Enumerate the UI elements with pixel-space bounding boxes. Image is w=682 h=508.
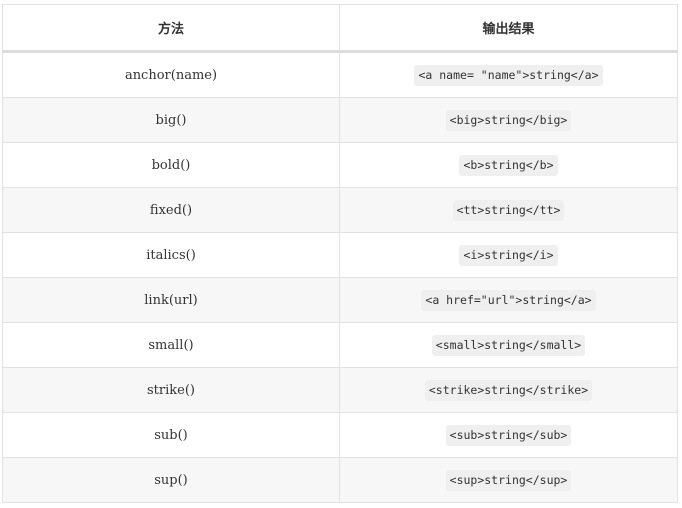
method-cell: italics(): [2, 232, 340, 278]
output-code: <sup>string</sup>: [445, 469, 572, 491]
output-cell: <i>string</i>: [339, 232, 678, 278]
output-cell: <strike>string</strike>: [339, 367, 678, 413]
output-cell: <sub>string</sub>: [339, 412, 678, 458]
table-row: strike() <strike>string</strike>: [2, 367, 678, 413]
header-row: 方法 输出结果: [2, 4, 678, 53]
table-row: sup() <sup>string</sup>: [2, 457, 678, 503]
output-code: <sub>string</sub>: [445, 424, 572, 446]
table-row: small() <small>string</small>: [2, 322, 678, 368]
output-cell: <b>string</b>: [339, 142, 678, 188]
table-row: fixed() <tt>string</tt>: [2, 187, 678, 233]
method-cell: small(): [2, 322, 340, 368]
method-cell: link(url): [2, 277, 340, 323]
method-cell: sup(): [2, 457, 340, 503]
output-cell: <sup>string</sup>: [339, 457, 678, 503]
output-code: <small>string</small>: [431, 334, 586, 356]
table-row: big() <big>string</big>: [2, 97, 678, 143]
output-code: <b>string</b>: [459, 154, 558, 176]
string-html-methods-table: 方法 输出结果 anchor(name) <a name= "name">str…: [2, 4, 678, 503]
method-cell: sub(): [2, 412, 340, 458]
method-cell: bold(): [2, 142, 340, 188]
table-row: italics() <i>string</i>: [2, 232, 678, 278]
header-method: 方法: [2, 4, 340, 53]
table-body: anchor(name) <a name= "name">string</a> …: [2, 51, 678, 503]
table-row: anchor(name) <a name= "name">string</a>: [2, 51, 678, 98]
output-cell: <a href="url">string</a>: [339, 277, 678, 323]
method-cell: fixed(): [2, 187, 340, 233]
output-cell: <tt>string</tt>: [339, 187, 678, 233]
table-row: bold() <b>string</b>: [2, 142, 678, 188]
header-output: 输出结果: [339, 4, 678, 53]
table-header: 方法 输出结果: [2, 4, 678, 53]
output-cell: <a name= "name">string</a>: [339, 51, 678, 98]
method-cell: anchor(name): [2, 51, 340, 98]
method-cell: strike(): [2, 367, 340, 413]
output-code: <a name= "name">string</a>: [414, 64, 603, 86]
output-code: <a href="url">string</a>: [421, 289, 596, 311]
output-code: <i>string</i>: [459, 244, 558, 266]
output-code: <strike>string</strike>: [424, 379, 593, 401]
output-code: <big>string</big>: [445, 109, 572, 131]
method-cell: big(): [2, 97, 340, 143]
table-row: sub() <sub>string</sub>: [2, 412, 678, 458]
table-row: link(url) <a href="url">string</a>: [2, 277, 678, 323]
output-cell: <small>string</small>: [339, 322, 678, 368]
output-code: <tt>string</tt>: [452, 199, 565, 221]
output-cell: <big>string</big>: [339, 97, 678, 143]
